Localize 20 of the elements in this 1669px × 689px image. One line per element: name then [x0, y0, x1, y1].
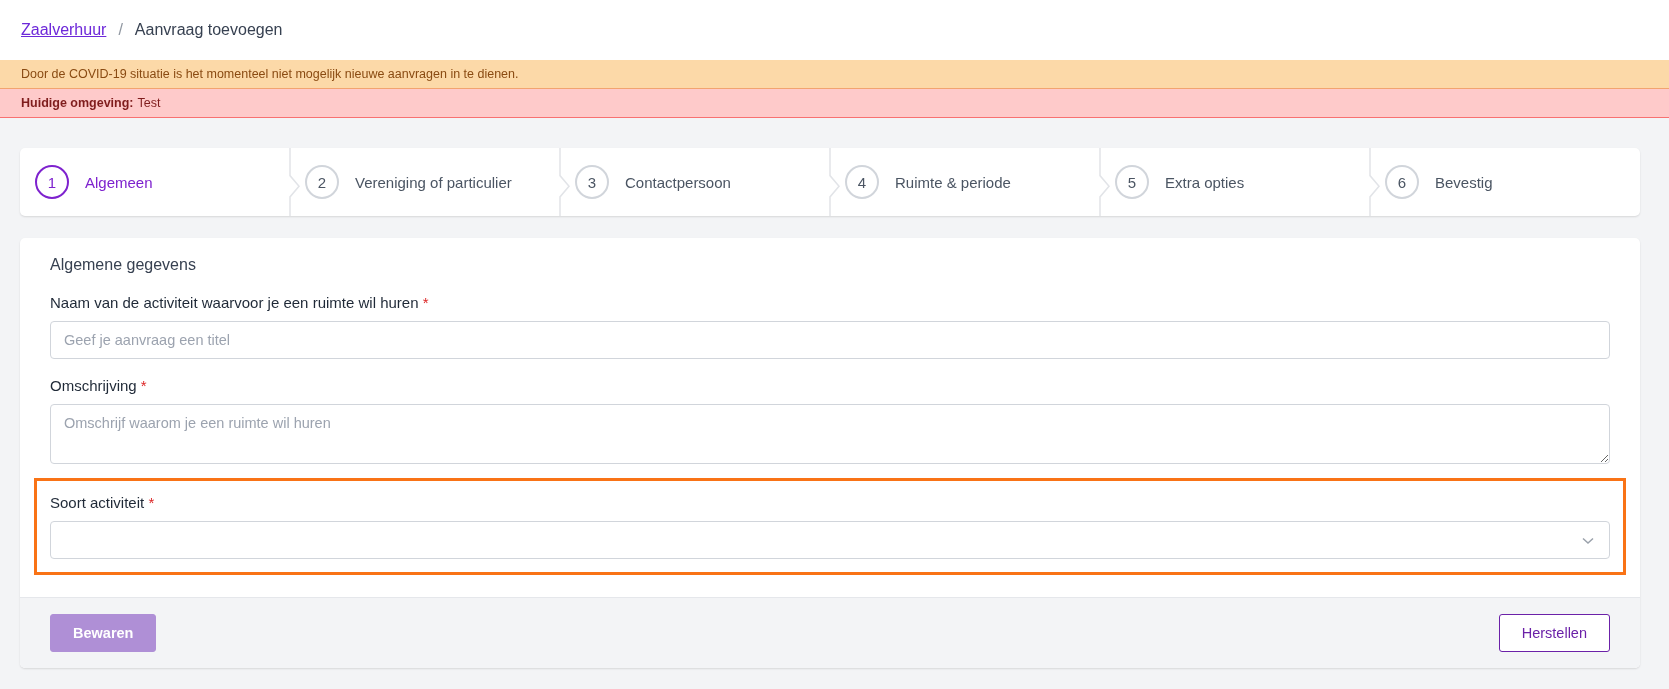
step-tab[interactable]: 6 Bevestig [1370, 160, 1493, 204]
chevron-down-icon [1582, 537, 1594, 545]
field-label: Soort activiteit * [50, 494, 156, 511]
notice-text: Door de COVID-19 situatie is het momenteel niet mogelijk nieuwe aanvragen in te dienen. [21, 67, 519, 81]
field-label: Omschrijving * [50, 377, 148, 394]
notice-text: Huidige omgeving: Test [21, 96, 161, 110]
field-label: Naam van de activiteit waarvoor je een ruimte wil huren * [50, 294, 430, 311]
input-field[interactable]: Geef je aanvraag een titel [50, 321, 1610, 359]
step-tab[interactable]: 4 Ruimte & periode [830, 160, 1011, 204]
select-field[interactable] [50, 521, 1610, 559]
step-tab[interactable]: 5 Extra opties [1100, 160, 1245, 204]
step-tab[interactable]: 1 Algemeen [20, 160, 153, 204]
step-tab[interactable]: 2 Vereniging of particulier [290, 160, 512, 204]
breadcrumb-link[interactable]: Zaalverhuur [21, 21, 107, 39]
textarea-field[interactable]: Omschrijf waarom je een ruimte wil huren [50, 404, 1610, 464]
step-tab[interactable]: 3 Contactpersoon [560, 160, 731, 204]
reset-button[interactable]: Herstellen [1498, 614, 1610, 652]
page-title: Aanvraag toevoegen [134, 21, 283, 39]
section-title: Algemene gegevens [50, 256, 197, 274]
breadcrumb-separator: / [118, 21, 123, 39]
